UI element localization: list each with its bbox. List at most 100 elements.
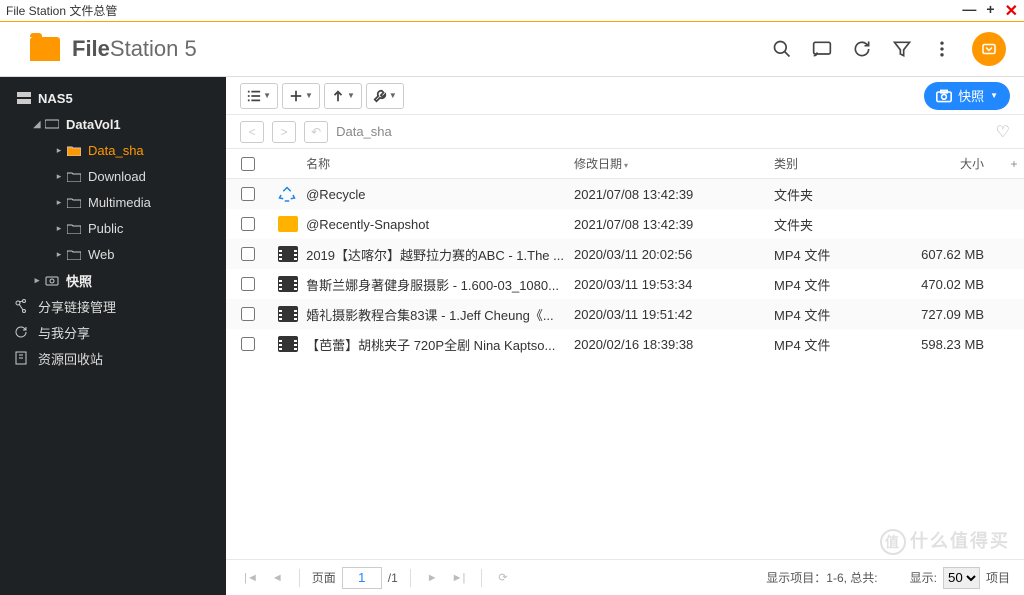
- add-column-button[interactable]: +: [1004, 157, 1024, 171]
- video-icon: [278, 276, 298, 292]
- row-checkbox[interactable]: [241, 277, 255, 291]
- video-icon: [278, 306, 298, 322]
- snapshot-button[interactable]: 快照▼: [924, 82, 1010, 110]
- col-size[interactable]: 大小: [904, 155, 1004, 172]
- col-date[interactable]: 修改日期▾: [574, 155, 774, 172]
- expand-icon[interactable]: ▸: [54, 223, 64, 234]
- sidebar-folder[interactable]: ▸Data_sha: [0, 137, 226, 163]
- row-checkbox[interactable]: [241, 307, 255, 321]
- file-date: 2020/03/11 19:51:42: [574, 307, 774, 322]
- main-panel: ▼ ▼ ▼ ▼ 快照▼ < > ↶ Data_sha ♡ 名称 修改日期▾ 类别…: [226, 77, 1024, 595]
- file-row[interactable]: 婚礼摄影教程合集83课 - 1.Jeff Cheung《...2020/03/1…: [226, 299, 1024, 329]
- expand-icon[interactable]: ▸: [54, 145, 64, 156]
- file-row[interactable]: 鲁斯兰娜身著健身服摄影 - 1.600-03_1080...2020/03/11…: [226, 269, 1024, 299]
- sidebar-nas-root[interactable]: NAS5: [0, 85, 226, 111]
- items-label: 项目: [986, 569, 1010, 586]
- page-input[interactable]: [342, 567, 382, 589]
- sidebar-folder[interactable]: ▸Web: [0, 241, 226, 267]
- minimize-button[interactable]: —: [962, 1, 976, 21]
- file-row[interactable]: @Recycle2021/07/08 13:42:39文件夹: [226, 179, 1024, 209]
- sidebar-item[interactable]: 分享链接管理: [0, 293, 226, 319]
- app-logo-icon: [30, 37, 60, 61]
- file-size: 607.62 MB: [904, 247, 1004, 262]
- expand-icon[interactable]: ▸: [54, 197, 64, 208]
- sidebar-folder[interactable]: ▸Download: [0, 163, 226, 189]
- col-name[interactable]: 名称: [306, 155, 574, 172]
- sidebar-item[interactable]: 与我分享: [0, 319, 226, 345]
- filter-icon[interactable]: [892, 39, 912, 59]
- maximize-button[interactable]: +: [986, 1, 994, 21]
- create-button[interactable]: ▼: [282, 83, 320, 109]
- refresh-icon[interactable]: [852, 39, 872, 59]
- file-name: 婚礼摄影教程合集83课 - 1.Jeff Cheung《...: [306, 305, 574, 324]
- nav-up-button[interactable]: ↶: [304, 121, 328, 143]
- sidebar: NAS5 ◢ DataVol1 ▸Data_sha▸Download▸Multi…: [0, 77, 226, 595]
- file-row[interactable]: 【芭蕾】胡桃夹子 720P全剧 Nina Kaptso...2020/02/16…: [226, 329, 1024, 359]
- tools-button[interactable]: ▼: [366, 83, 404, 109]
- file-size: 598.23 MB: [904, 337, 1004, 352]
- video-icon: [278, 336, 298, 352]
- file-date: 2020/03/11 20:02:56: [574, 247, 774, 262]
- next-page-button[interactable]: ►: [423, 572, 442, 584]
- folder-icon: [66, 221, 82, 235]
- file-date: 2020/03/11 19:53:34: [574, 277, 774, 292]
- folder-icon: [66, 143, 82, 157]
- file-size: 727.09 MB: [904, 307, 1004, 322]
- cast-icon[interactable]: [812, 39, 832, 59]
- prev-page-button[interactable]: ◄: [268, 572, 287, 584]
- file-name: 2019【达喀尔】越野拉力赛的ABC - 1.The ...: [306, 245, 574, 264]
- last-page-button[interactable]: ►|: [448, 572, 470, 584]
- folder-icon: [66, 169, 82, 183]
- expand-icon[interactable]: ▸: [54, 171, 64, 182]
- refresh-page-button[interactable]: ⟳: [494, 571, 511, 584]
- drive-icon: [44, 117, 60, 131]
- sort-desc-icon: ▾: [624, 161, 628, 170]
- path-bar: < > ↶ Data_sha ♡: [226, 115, 1024, 149]
- row-checkbox[interactable]: [241, 217, 255, 231]
- file-list-header: 名称 修改日期▾ 类别 大小 +: [226, 149, 1024, 179]
- close-button[interactable]: ✕: [1005, 1, 1018, 21]
- select-all-checkbox[interactable]: [241, 157, 255, 171]
- file-date: 2021/07/08 13:42:39: [574, 217, 774, 232]
- col-type[interactable]: 类别: [774, 155, 904, 172]
- collapse-icon[interactable]: ◢: [32, 119, 42, 130]
- sidebar-item[interactable]: 资源回收站: [0, 345, 226, 371]
- status-bar: |◄ ◄ 页面 /1 ► ►| ⟳ 显示项目：1-6, 总共: 显示: 50 项…: [226, 559, 1024, 595]
- file-type: 文件夹: [774, 215, 904, 234]
- file-type: MP4 文件: [774, 335, 904, 354]
- remote-mount-icon[interactable]: [972, 32, 1006, 66]
- video-icon: [278, 246, 298, 262]
- file-size: 470.02 MB: [904, 277, 1004, 292]
- more-icon[interactable]: [932, 39, 952, 59]
- search-icon[interactable]: [772, 39, 792, 59]
- folder-icon: [66, 247, 82, 261]
- file-row[interactable]: @Recently-Snapshot2021/07/08 13:42:39文件夹: [226, 209, 1024, 239]
- view-mode-button[interactable]: ▼: [240, 83, 278, 109]
- sidebar-snapshot[interactable]: ▸ 快照: [0, 267, 226, 293]
- row-checkbox[interactable]: [241, 337, 255, 351]
- folder-icon: [66, 195, 82, 209]
- file-name: @Recycle: [306, 187, 574, 202]
- folder-icon: [278, 216, 298, 232]
- breadcrumb[interactable]: Data_sha: [336, 124, 392, 139]
- recycle-icon: [278, 186, 298, 202]
- file-row[interactable]: 2019【达喀尔】越野拉力赛的ABC - 1.The ...2020/03/11…: [226, 239, 1024, 269]
- expand-icon[interactable]: ▸: [32, 275, 42, 286]
- page-label: 页面: [312, 569, 336, 586]
- per-page-select[interactable]: 50: [943, 567, 980, 589]
- row-checkbox[interactable]: [241, 187, 255, 201]
- nav-forward-button[interactable]: >: [272, 121, 296, 143]
- favorite-icon[interactable]: ♡: [996, 122, 1010, 142]
- window-titlebar: File Station 文件总管 — + ✕: [0, 0, 1024, 22]
- sidebar-folder[interactable]: ▸Multimedia: [0, 189, 226, 215]
- row-checkbox[interactable]: [241, 247, 255, 261]
- expand-icon[interactable]: ▸: [54, 249, 64, 260]
- first-page-button[interactable]: |◄: [240, 572, 262, 584]
- upload-button[interactable]: ▼: [324, 83, 362, 109]
- sidebar-volume[interactable]: ◢ DataVol1: [0, 111, 226, 137]
- page-total: /1: [388, 571, 398, 585]
- file-type: MP4 文件: [774, 245, 904, 264]
- show-label: 显示:: [910, 569, 937, 586]
- sidebar-folder[interactable]: ▸Public: [0, 215, 226, 241]
- nav-back-button[interactable]: <: [240, 121, 264, 143]
